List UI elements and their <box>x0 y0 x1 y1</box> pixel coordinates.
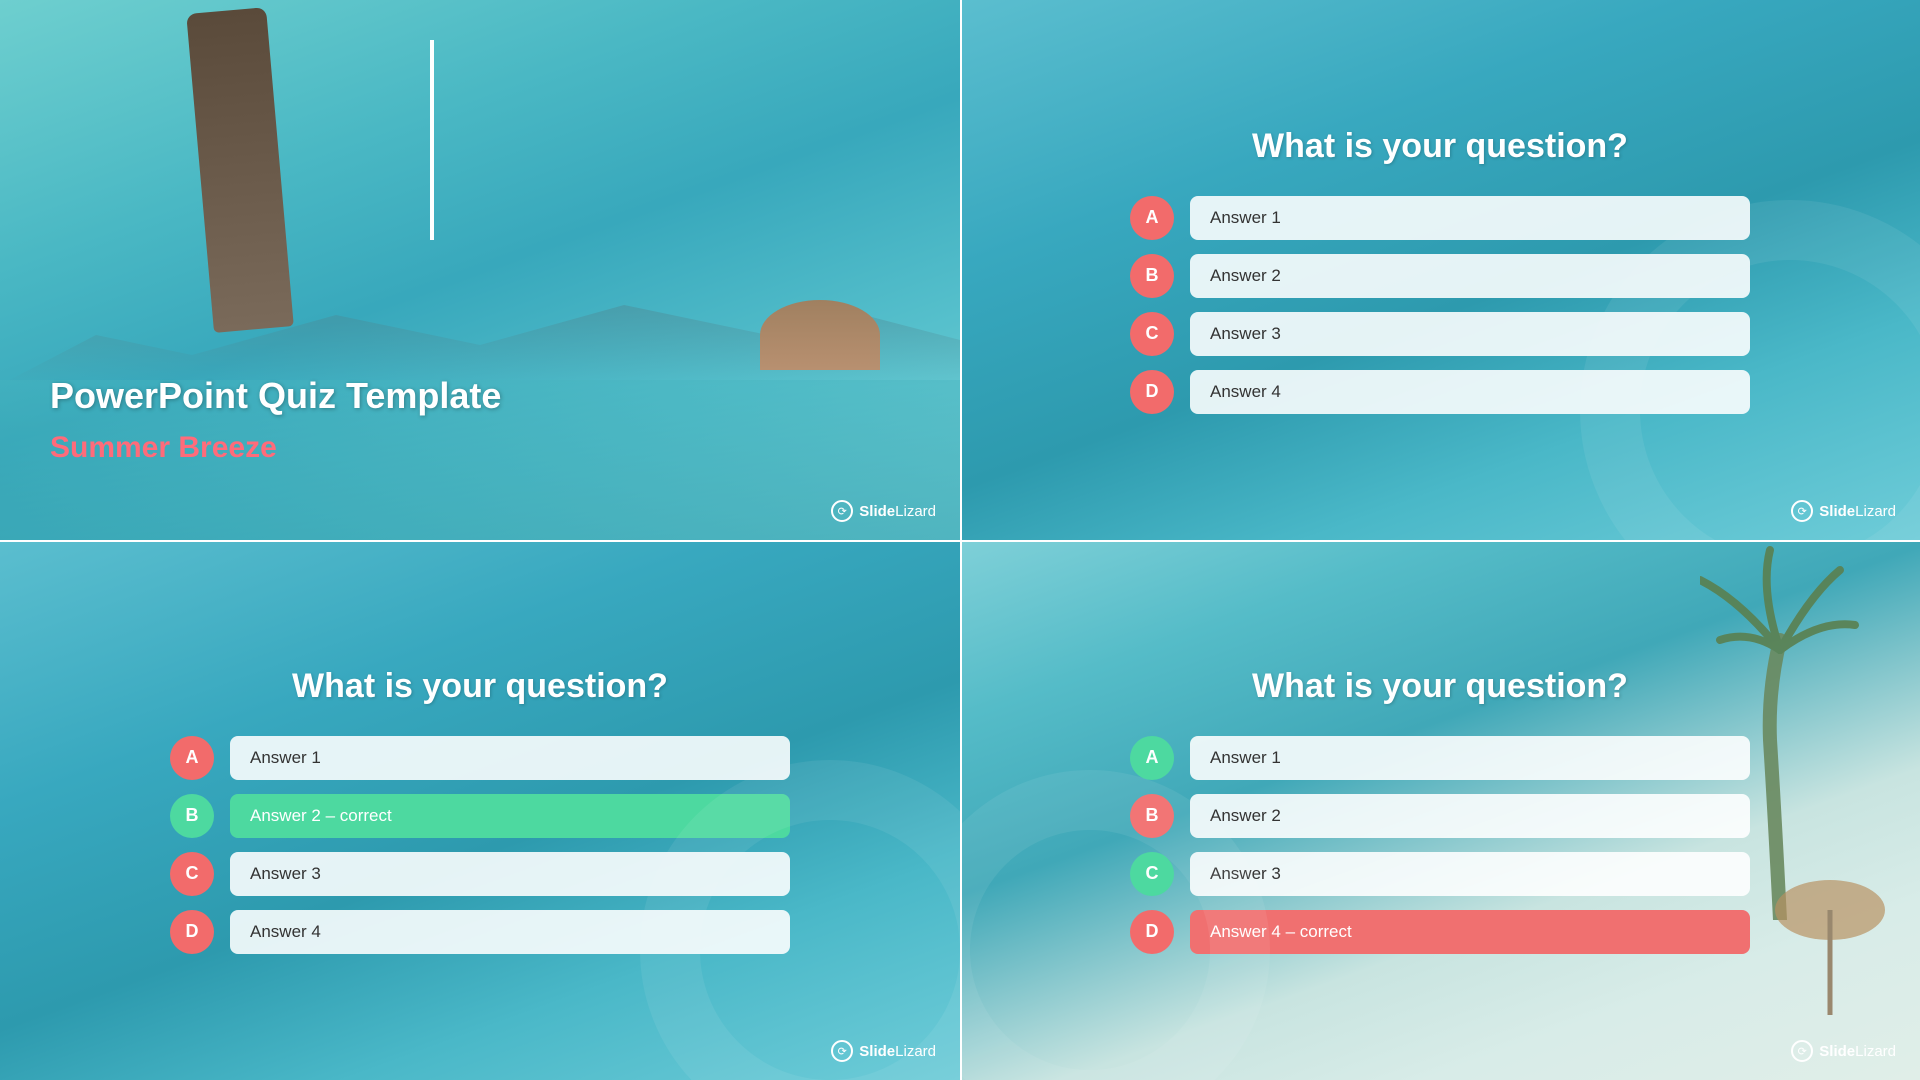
logo-text-4: SlideLizard <box>1819 1043 1896 1060</box>
badge-3b: B <box>170 794 214 838</box>
answer-box-3c: Answer 3 <box>230 852 790 896</box>
answer-box-4c: Answer 3 <box>1190 852 1750 896</box>
quiz-title-2: What is your question? <box>1252 127 1628 166</box>
answers-list-3: A Answer 1 B Answer 2 – correct C Answer… <box>170 736 790 954</box>
badge-4b: B <box>1130 794 1174 838</box>
answer-box-3a: Answer 1 <box>230 736 790 780</box>
logo-icon-2: ⟳ <box>1791 500 1813 522</box>
answer-box-3d: Answer 4 <box>230 910 790 954</box>
answer-row-3c: C Answer 3 <box>170 852 790 896</box>
answers-list-2: A Answer 1 B Answer 2 C Answer 3 D Answe… <box>1130 196 1750 414</box>
palm-tree-decor <box>186 7 294 333</box>
answer-box-4d: Answer 4 – correct <box>1190 910 1750 954</box>
badge-4c: C <box>1130 852 1174 896</box>
badge-3d: D <box>170 910 214 954</box>
slide-1-title: PowerPoint Quiz Template Summer Breeze ⟳… <box>0 0 960 540</box>
logo-text-3: SlideLizard <box>859 1043 936 1060</box>
logo-icon-3: ⟳ <box>831 1040 853 1062</box>
boat-mast-decor <box>430 40 434 240</box>
slide1-logo: ⟳ SlideLizard <box>831 500 936 522</box>
badge-2b: B <box>1130 254 1174 298</box>
answer-box-4a: Answer 1 <box>1190 736 1750 780</box>
logo-icon-4: ⟳ <box>1791 1040 1813 1062</box>
answer-row-3a: A Answer 1 <box>170 736 790 780</box>
answer-box-2b: Answer 2 <box>1190 254 1750 298</box>
slide-4-quiz: What is your question? A Answer 1 B Answ… <box>960 540 1920 1080</box>
badge-3c: C <box>170 852 214 896</box>
vertical-divider <box>960 0 962 1080</box>
answer-box-2c: Answer 3 <box>1190 312 1750 356</box>
logo-text-2: SlideLizard <box>1819 503 1896 520</box>
quiz-title-3: What is your question? <box>292 667 668 706</box>
answer-row-3d: D Answer 4 <box>170 910 790 954</box>
answers-list-4: A Answer 1 B Answer 2 C Answer 3 D Answe… <box>1130 736 1750 954</box>
answer-row-4d: D Answer 4 – correct <box>1130 910 1750 954</box>
answer-row-4a: A Answer 1 <box>1130 736 1750 780</box>
beach-umbrella-decor <box>760 300 880 370</box>
answer-row-3b: B Answer 2 – correct <box>170 794 790 838</box>
logo-text: SlideLizard <box>859 503 936 520</box>
slide-3-quiz: What is your question? A Answer 1 B Answ… <box>0 540 960 1080</box>
logo-icon: ⟳ <box>831 500 853 522</box>
answer-row-4b: B Answer 2 <box>1130 794 1750 838</box>
badge-2d: D <box>1130 370 1174 414</box>
beach-umbrella-svg <box>1770 870 1890 1020</box>
answer-box-4b: Answer 2 <box>1190 794 1750 838</box>
badge-3a: A <box>170 736 214 780</box>
answer-row-2a: A Answer 1 <box>1130 196 1750 240</box>
badge-4a: A <box>1130 736 1174 780</box>
answer-row-2b: B Answer 2 <box>1130 254 1750 298</box>
answer-row-4c: C Answer 3 <box>1130 852 1750 896</box>
slide-title: PowerPoint Quiz Template <box>50 373 501 420</box>
answer-row-2d: D Answer 4 <box>1130 370 1750 414</box>
quiz-title-4: What is your question? <box>1252 667 1628 706</box>
palm-svg <box>1700 540 1860 920</box>
slide4-logo: ⟳ SlideLizard <box>1791 1040 1896 1062</box>
slide-subtitle: Summer Breeze <box>50 431 277 465</box>
badge-4d: D <box>1130 910 1174 954</box>
answer-box-2d: Answer 4 <box>1190 370 1750 414</box>
badge-2c: C <box>1130 312 1174 356</box>
slide-2-quiz: What is your question? A Answer 1 B Answ… <box>960 0 1920 540</box>
badge-2a: A <box>1130 196 1174 240</box>
answer-row-2c: C Answer 3 <box>1130 312 1750 356</box>
answer-box-2a: Answer 1 <box>1190 196 1750 240</box>
slide2-logo: ⟳ SlideLizard <box>1791 500 1896 522</box>
answer-box-3b: Answer 2 – correct <box>230 794 790 838</box>
slide3-logo: ⟳ SlideLizard <box>831 1040 936 1062</box>
